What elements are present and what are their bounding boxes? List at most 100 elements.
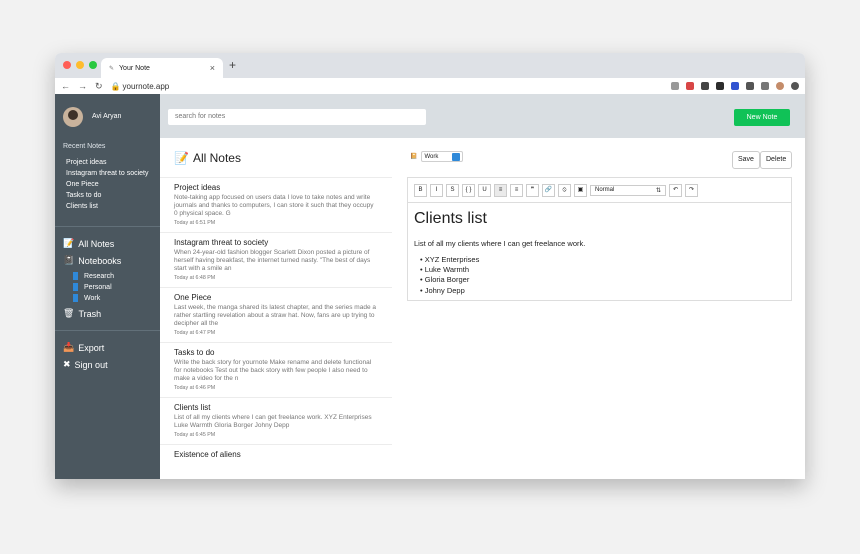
note-time: Today at 6:45 PM [174,432,216,438]
rich-text-editor: B I S { } U ≡ ≡ ❞ 🔗 ⦸ ▣ Normal ⇅ ↶ ↷ Clie… [407,177,792,301]
list-item[interactable]: • Luke Warmth [420,265,785,274]
note-time: Today at 6:51 PM [174,220,216,226]
extension-icon[interactable] [761,82,769,90]
undo-button[interactable]: ↶ [669,183,682,197]
select-arrows-icon: ⇅ [655,187,661,194]
note-card[interactable]: Clients list List of all my clients wher… [160,398,392,445]
list-item[interactable]: • Johny Depp [420,286,785,295]
browser-extensions [671,82,799,90]
browser-window: ✎ Your Note × + ← → ↻ 🔒 yournote.app Avi… [55,53,805,479]
note-card[interactable]: One Piece Last week, the manga shared it… [160,288,392,343]
user-profile[interactable]: Avi Aryan [55,94,160,139]
recent-note-item[interactable]: One Piece [66,181,160,189]
notebook-list: Research Personal Work [55,272,160,302]
extension-icon[interactable] [731,82,739,90]
star-icon[interactable] [671,82,679,90]
list-item[interactable]: • XYZ Enterprises [420,255,785,264]
notebook-label: Work [84,294,101,302]
quote-button[interactable]: ❞ [526,183,539,197]
note-card[interactable]: Existence of aliens [160,445,392,467]
search-input[interactable]: search for notes [168,109,426,125]
sign-out-icon: ✖ [63,359,71,369]
note-card[interactable]: Instagram threat to society When 24-year… [160,233,392,288]
sidebar-item-trash[interactable]: 🗑 Trash [55,305,160,322]
italic-button[interactable]: I [430,183,443,197]
notebook-item[interactable]: Research [73,272,160,280]
app-root: Avi Aryan Recent Notes Project ideas Ins… [55,94,805,479]
save-button[interactable]: Save [732,151,760,169]
link-button[interactable]: 🔗 [542,183,555,197]
note-card[interactable]: Project ideas Note-taking app focused on… [160,178,392,233]
recent-note-item[interactable]: Project ideas [66,159,160,167]
bullet-list-button[interactable]: ≡ [494,183,507,197]
export-icon: 📥 [63,342,75,352]
new-note-button[interactable]: New Note [734,109,790,126]
note-preview: List of all my clients where I can get f… [174,414,372,429]
sidebar-item-sign-out[interactable]: ✖ Sign out [55,356,160,373]
note-card[interactable]: Tasks to do Write the back story for you… [160,343,392,398]
editor-notebook-picker: 📔 Work [410,151,464,162]
note-editor: 📔 Work Save Delete B I S { } U ≡ ≡ ❞ 🔗 ⦸… [392,138,805,479]
redo-button[interactable]: ↷ [685,183,698,197]
close-tab-icon[interactable]: × [210,63,215,73]
ordered-list-button[interactable]: ≡ [510,183,523,197]
notes-title: All Notes [192,150,241,165]
sidebar-item-all-notes[interactable]: 📝 All Notes [55,235,160,252]
delete-button[interactable]: Delete [760,151,793,169]
topbar: search for notes New Note [160,94,805,138]
note-time: Today at 6:48 PM [174,275,216,281]
browser-tab[interactable]: ✎ Your Note × [101,58,223,78]
list-item[interactable]: • Gloria Borger [420,275,785,284]
reload-icon[interactable]: ↻ [95,81,103,92]
note-paragraph[interactable]: List of all my clients where I can get f… [414,239,785,248]
sidebar-item-export[interactable]: 📥 Export [55,339,160,356]
back-icon[interactable]: ← [61,81,70,91]
notebook-icon [73,272,78,280]
maximize-window-icon[interactable] [89,61,97,69]
extension-icon[interactable] [686,82,694,90]
notebook-icon [73,294,78,302]
trash-label: Trash [78,308,102,319]
pocket-icon[interactable] [701,82,709,90]
list-item-text: Luke Warmth [424,265,470,275]
all-notes-label: All Notes [78,238,115,249]
image-button[interactable]: ▣ [574,183,587,197]
window-controls [63,61,97,69]
notes-icon: 📝 [63,238,75,248]
strikethrough-button[interactable]: S [446,183,459,197]
close-window-icon[interactable] [63,61,71,69]
menu-icon[interactable] [791,82,799,90]
notebook-item[interactable]: Personal [73,283,160,291]
url-text[interactable]: yournote.app [123,82,170,91]
notebook-select[interactable]: Work [421,151,464,162]
bold-button[interactable]: B [414,183,427,197]
user-name: Avi Aryan [92,113,122,120]
notebook-icon: 📓 [63,255,75,265]
unlink-button[interactable]: ⦸ [558,183,571,197]
editor-content[interactable]: Clients list List of all my clients wher… [408,203,791,302]
note-title: One Piece [174,293,212,302]
editor-toolbar: B I S { } U ≡ ≡ ❞ 🔗 ⦸ ▣ Normal ⇅ ↶ ↷ [408,178,791,203]
recent-note-item[interactable]: Instagram threat to society [66,170,160,178]
note-title: Clients list [174,403,211,412]
sidebar: Avi Aryan Recent Notes Project ideas Ins… [55,94,160,479]
format-select[interactable]: Normal ⇅ [590,184,666,196]
address-bar: ← → ↻ 🔒 yournote.app [55,78,805,95]
mail-icon[interactable] [716,82,724,90]
minimize-window-icon[interactable] [76,61,84,69]
settings-icon[interactable] [746,82,754,90]
underline-button[interactable]: U [478,183,491,197]
sidebar-item-notebooks[interactable]: 📓 Notebooks [55,252,160,269]
favicon-icon: ✎ [109,65,115,72]
profile-icon[interactable] [776,82,784,90]
sidebar-divider [55,330,160,331]
notebook-item[interactable]: Work [73,294,160,302]
recent-note-item[interactable]: Clients list [66,203,160,211]
export-label: Export [78,342,105,353]
recent-note-item[interactable]: Tasks to do [66,192,160,200]
forward-icon[interactable]: → [78,81,87,91]
note-heading[interactable]: Clients list [414,210,785,228]
code-button[interactable]: { } [462,183,475,197]
new-tab-button[interactable]: + [229,58,236,72]
tab-title: Your Note [119,64,150,72]
